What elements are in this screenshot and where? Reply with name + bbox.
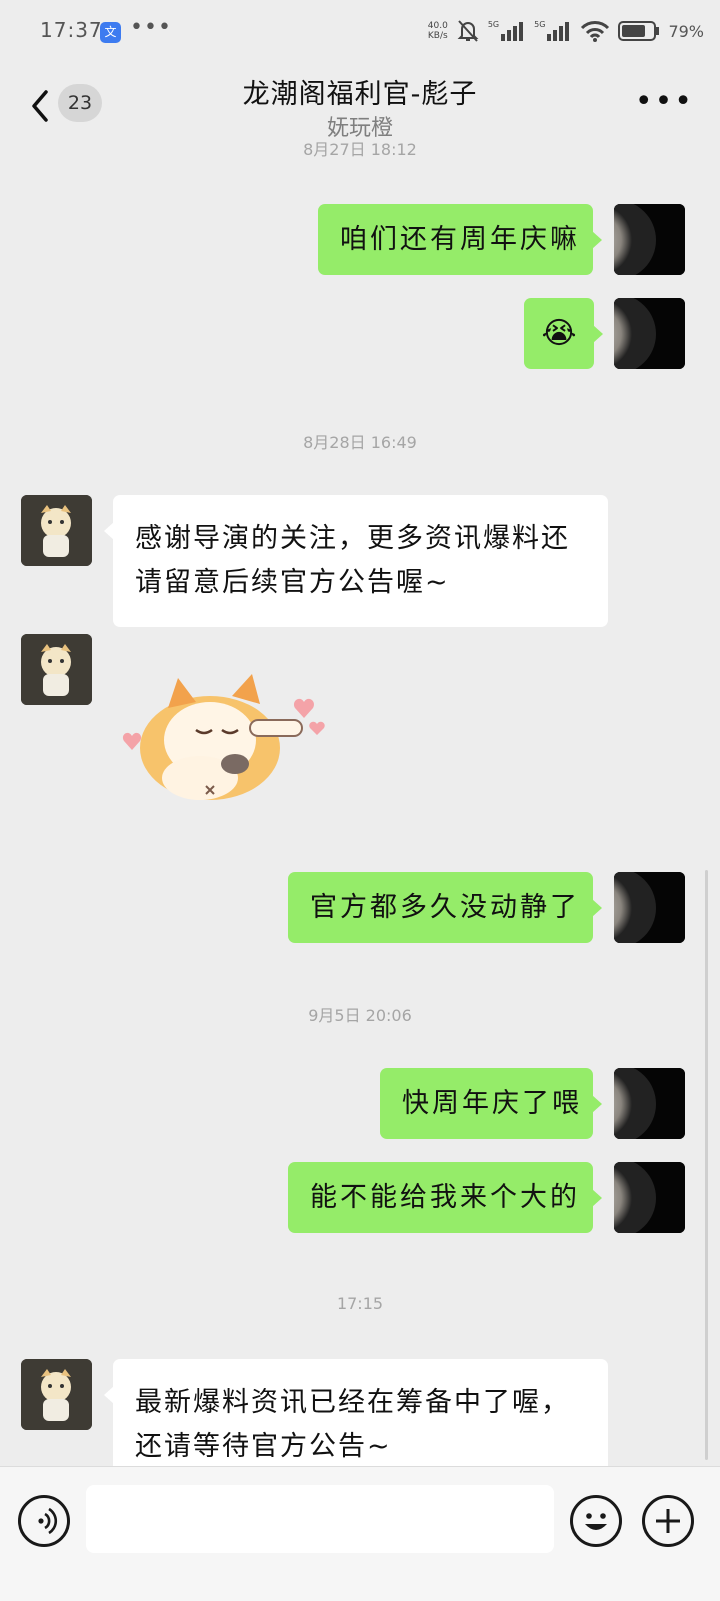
status-bar: 17:37 文 ••• 40.0 KB/s 5G 5G 79% — [0, 0, 720, 64]
wifi-icon — [580, 19, 610, 43]
crying-emoji[interactable]: 😭 — [524, 298, 603, 369]
message-bubble[interactable]: 快周年庆了喂 — [380, 1068, 602, 1139]
net-speed-unit: KB/s — [427, 31, 448, 41]
emoji-button[interactable] — [570, 1495, 622, 1547]
timestamp: 9月5日 20:06 — [308, 1006, 412, 1025]
message-line: 还请等待官方公告~ — [135, 1431, 392, 1462]
my-avatar[interactable] — [614, 1068, 685, 1139]
message-line: 感谢导演的关注，更多资讯爆料还 — [135, 523, 570, 554]
plus-icon — [656, 1509, 680, 1533]
my-avatar[interactable] — [614, 298, 685, 369]
voice-input-button[interactable] — [18, 1495, 70, 1547]
message-line: 最新爆料资讯已经在筹备中了喔， — [135, 1387, 570, 1418]
sim2-label: 5G — [534, 20, 546, 29]
message-bubble[interactable]: 能不能给我来个大的 — [288, 1162, 602, 1233]
signal-icon-2: 5G — [534, 20, 572, 42]
signal-icon: 5G — [488, 20, 526, 42]
status-icons: 40.0 KB/s 5G 5G 79% — [428, 18, 704, 44]
timestamp: 8月28日 16:49 — [303, 433, 417, 452]
sim1-label: 5G — [487, 20, 500, 29]
voice-icon — [38, 1507, 58, 1535]
chat-title: 龙潮阁福利官-彪子 — [242, 79, 478, 110]
scrollbar[interactable] — [705, 870, 708, 1460]
my-avatar[interactable] — [614, 1162, 685, 1233]
my-avatar[interactable] — [614, 204, 685, 275]
message-line: 请留意后续官方公告喔~ — [135, 567, 450, 598]
more-functions-button[interactable] — [642, 1495, 694, 1547]
app-notification-icon: 文 — [100, 22, 121, 43]
message-input[interactable] — [86, 1485, 554, 1553]
net-speed-value: 40.0 — [427, 21, 448, 31]
battery-icon — [618, 20, 660, 42]
mute-bell-icon — [456, 18, 480, 44]
message-bubble[interactable]: 官方都多久没动静了 — [288, 872, 602, 943]
message-bubble[interactable]: 感谢导演的关注，更多资讯爆料还 请留意后续官方公告喔~ — [104, 495, 608, 627]
status-time: 17:37 — [40, 18, 103, 42]
net-speed: 40.0 KB/s — [428, 21, 448, 41]
battery-percent: 79% — [668, 21, 704, 41]
fox-sticker[interactable] — [110, 668, 335, 818]
timestamp: 17:15 — [336, 1294, 384, 1313]
my-avatar[interactable] — [614, 872, 685, 943]
timestamp-partial: 8月27日 18:12 — [303, 140, 417, 159]
message-bubble[interactable]: 咱们还有周年庆嘛 — [318, 204, 602, 275]
more-notifications-icon: ••• — [130, 15, 172, 40]
contact-avatar[interactable] — [21, 634, 92, 705]
smiley-icon — [585, 1513, 607, 1530]
contact-avatar[interactable] — [21, 495, 92, 566]
contact-avatar[interactable] — [21, 1359, 92, 1430]
chat-header: 23 龙潮阁福利官-彪子 妩玩橙 ••• — [0, 64, 720, 146]
more-options-icon[interactable]: ••• — [635, 84, 694, 119]
input-bar — [0, 1466, 720, 1601]
